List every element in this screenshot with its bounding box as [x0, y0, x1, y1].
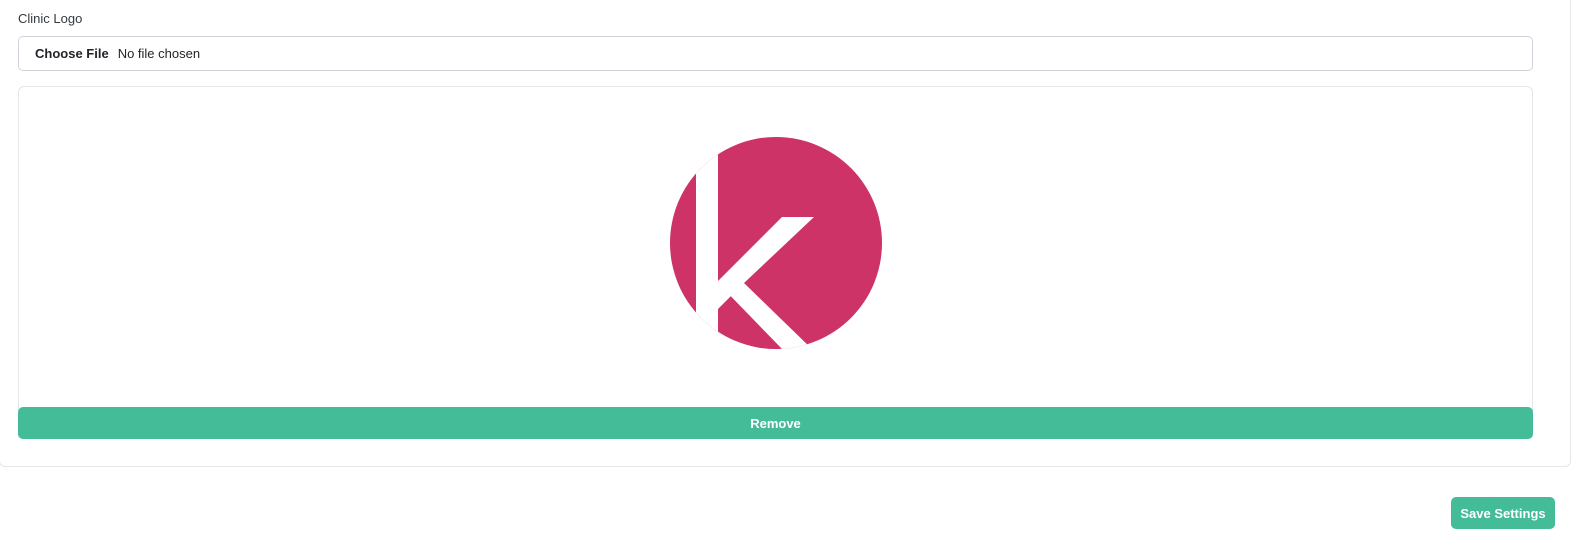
- logo-preview: [18, 86, 1533, 439]
- remove-logo-button[interactable]: Remove: [18, 407, 1533, 439]
- save-settings-button[interactable]: Save Settings: [1451, 497, 1555, 529]
- clinic-logo-image: [670, 137, 882, 349]
- clinic-logo-file-input[interactable]: Choose File No file chosen: [18, 36, 1533, 71]
- choose-file-button[interactable]: Choose File: [35, 46, 109, 61]
- clinic-logo-label: Clinic Logo: [18, 11, 83, 26]
- file-status-text: No file chosen: [117, 46, 201, 61]
